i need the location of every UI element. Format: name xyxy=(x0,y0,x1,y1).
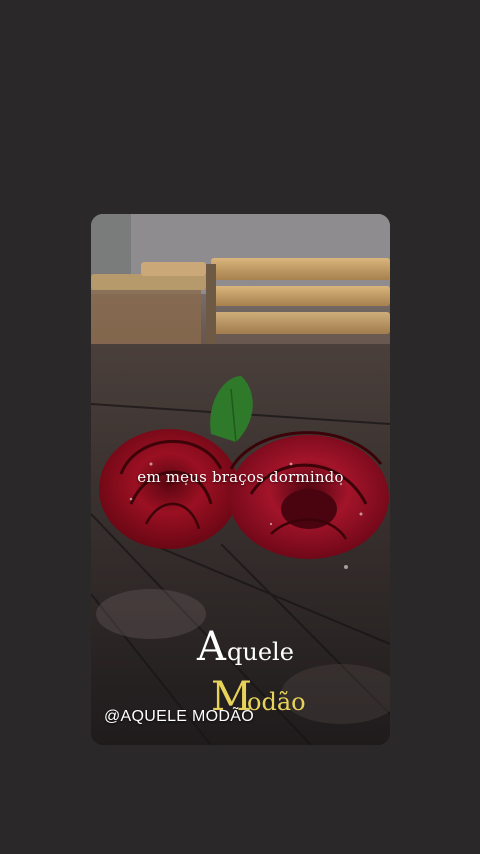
svg-text:odão: odão xyxy=(247,688,306,715)
svg-text:quele: quele xyxy=(227,638,294,666)
aquele-modao-logo: A quele M odão xyxy=(196,624,306,715)
story-caption: em meus braços dormindo xyxy=(137,468,344,486)
account-handle[interactable]: @AQUELE MODÃO xyxy=(104,708,254,726)
svg-text:A: A xyxy=(196,624,227,670)
story-card[interactable]: em meus braços dormindo A quele M odão @… xyxy=(91,214,390,745)
